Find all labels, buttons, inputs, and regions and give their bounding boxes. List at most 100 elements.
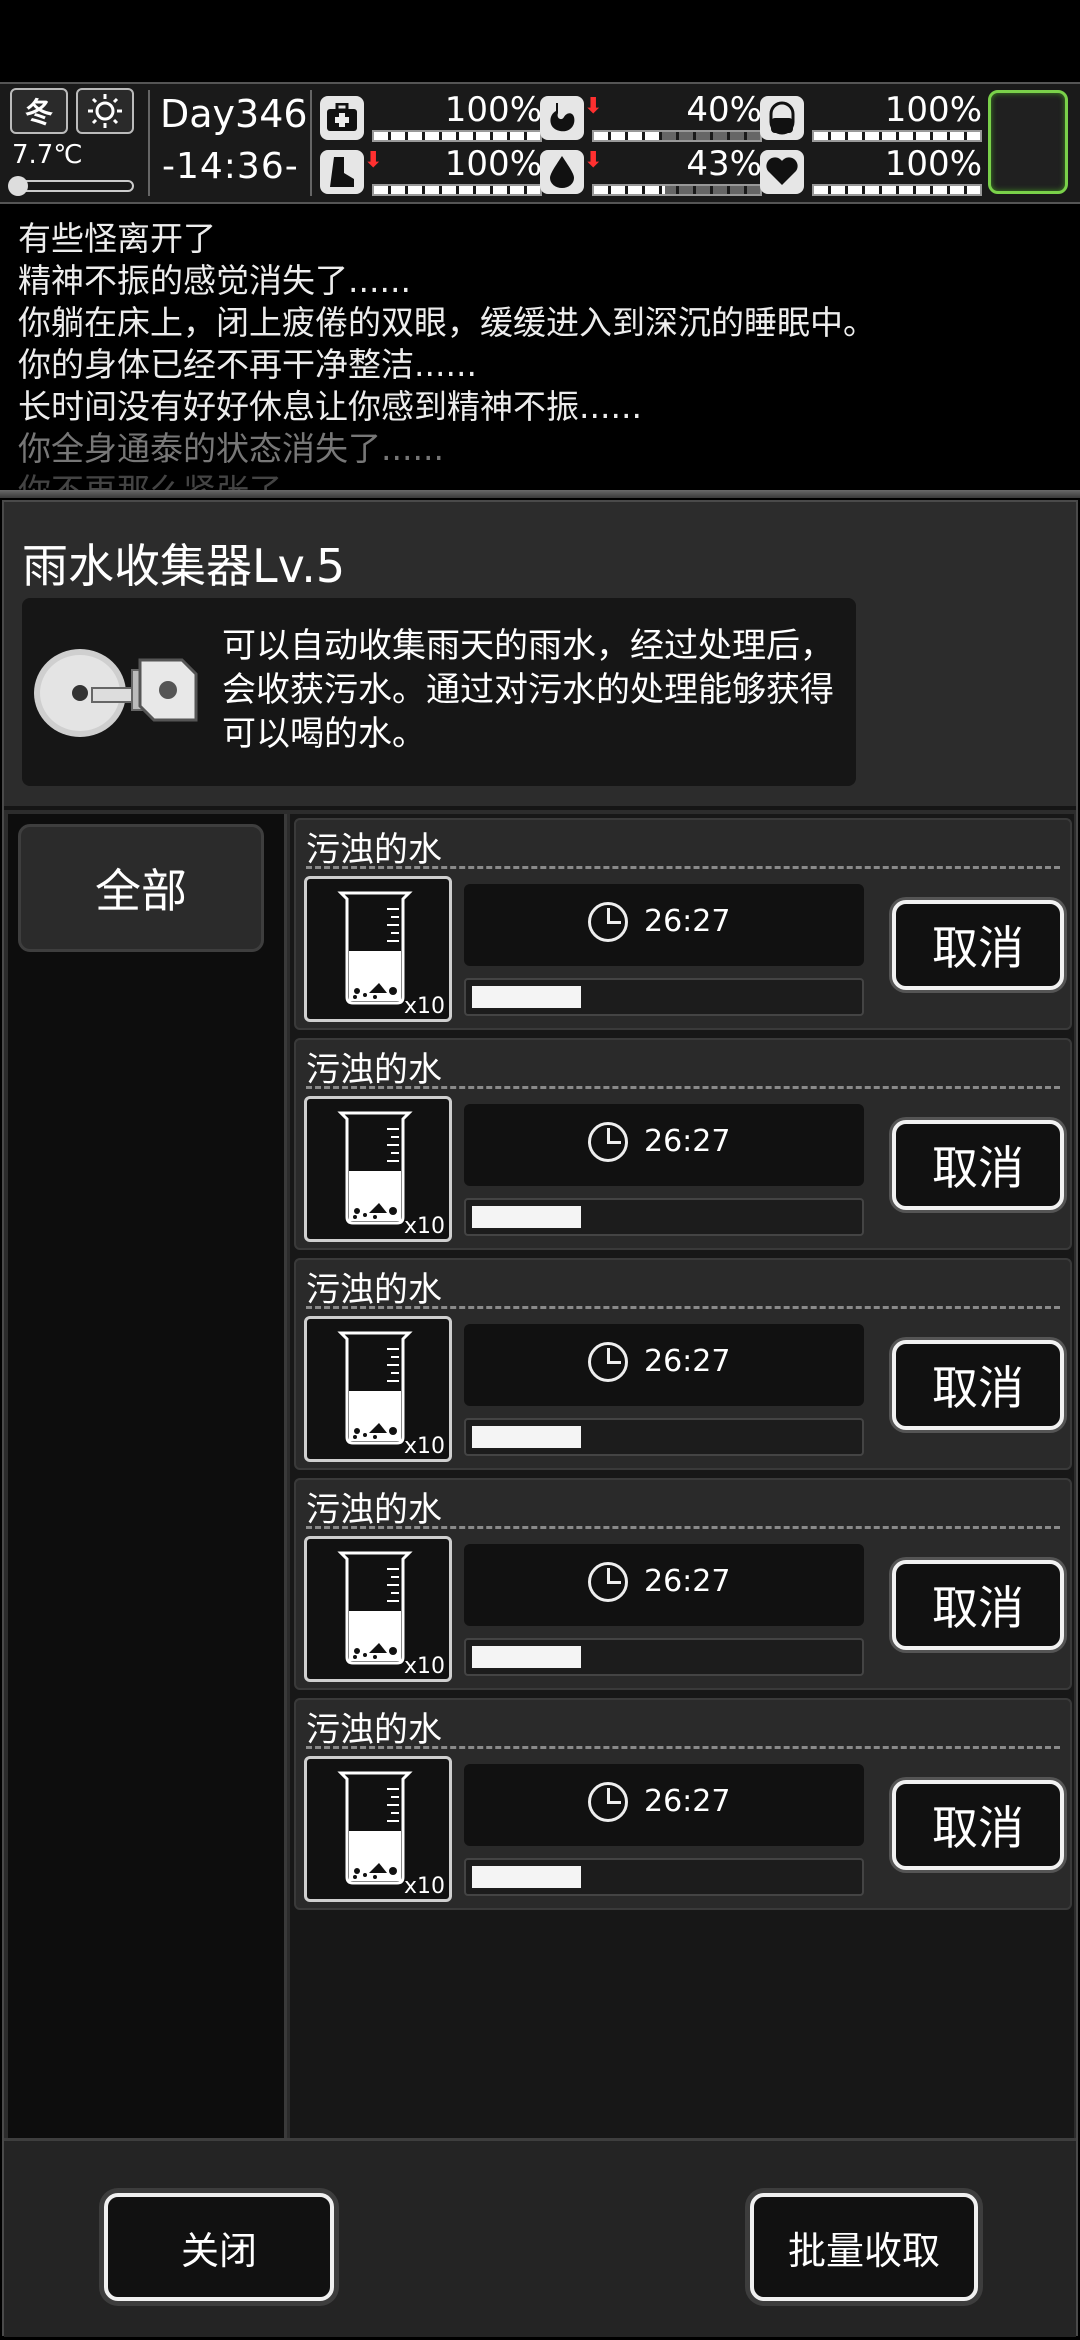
item-name: 污浊的水 (306, 1490, 442, 1530)
log-line: 你全身通泰的状态消失了...... (18, 429, 444, 468)
stat-health: 100% (320, 90, 542, 144)
item-quantity: x10 (403, 1214, 445, 1239)
item-quantity: x10 (403, 1654, 445, 1679)
season-badge: 冬 (10, 88, 68, 134)
cancel-button[interactable]: 取消 (892, 1340, 1064, 1430)
description-box: 可以自动收集雨天的雨水，经过处理后，会收获污水。通过对污水的处理能够获得可以喝的… (22, 598, 856, 786)
temperature-value: 7.7℃ (12, 140, 83, 170)
stat-mood: 100% (760, 144, 982, 198)
log-line: 你躺在床上，闭上疲倦的双眼，缓缓进入到深沉的睡眠中。 (18, 303, 876, 342)
stat-value: 100% (884, 90, 982, 130)
item-name: 污浊的水 (306, 1050, 442, 1090)
timer-value: 26:27 (644, 1784, 731, 1819)
cancel-button[interactable]: 取消 (892, 1120, 1064, 1210)
list-item: 污浊的水 x10 26:27 取消 (294, 1258, 1072, 1470)
item-quantity: x10 (403, 1874, 445, 1899)
progress-bar (464, 1638, 864, 1676)
description-text: 可以自动收集雨天的雨水，经过处理后，会收获污水。通过对污水的处理能够获得可以喝的… (222, 626, 834, 754)
divider (148, 90, 150, 196)
message-log[interactable]: 有些怪离开了 精神不振的感觉消失了...... 你躺在床上，闭上疲倦的双眼，缓缓… (0, 204, 1080, 494)
item-quantity: x10 (403, 994, 445, 1019)
stat-value: 43% (686, 144, 762, 184)
rain-collector-icon (34, 649, 198, 737)
timer-value: 26:27 (644, 1564, 731, 1599)
timer-display: 26:27 (464, 1544, 864, 1626)
item-slot[interactable]: x10 (304, 1536, 452, 1682)
stat-bar (372, 130, 542, 142)
log-line: 长时间没有好好休息让你感到精神不振...... (18, 387, 642, 426)
divider (306, 1086, 1060, 1089)
timer-display: 26:27 (464, 884, 864, 966)
item-name: 污浊的水 (306, 1710, 442, 1750)
stat-value: 100% (444, 90, 542, 130)
timer-display: 26:27 (464, 1764, 864, 1846)
stat-bar (592, 130, 762, 142)
item-name: 污浊的水 (306, 1270, 442, 1310)
first-aid-icon (320, 96, 364, 140)
log-line: 精神不振的感觉消失了...... (18, 261, 411, 300)
stat-value: 100% (884, 144, 982, 184)
clock-icon (588, 1342, 628, 1382)
log-line: 有些怪离开了 (18, 219, 216, 258)
timer-value: 26:27 (644, 1344, 731, 1379)
divider (306, 1746, 1060, 1749)
tab-all[interactable]: 全部 (18, 824, 264, 952)
item-slot[interactable]: x10 (304, 1096, 452, 1242)
capsule-icon (760, 96, 804, 140)
timer-display: 26:27 (464, 1324, 864, 1406)
cancel-button[interactable]: 取消 (892, 1780, 1064, 1870)
progress-bar (464, 978, 864, 1016)
stomach-icon (540, 96, 584, 140)
clock-icon (588, 1122, 628, 1162)
timer-value: 26:27 (644, 904, 731, 939)
divider (306, 1526, 1060, 1529)
item-name: 污浊的水 (306, 830, 442, 870)
stat-thirst: ⬇ 43% (540, 144, 762, 198)
panel-title: 雨水收集器Lv.5 (22, 539, 346, 593)
decrease-arrow-icon: ⬇ (584, 148, 603, 173)
cancel-button[interactable]: 取消 (892, 900, 1064, 990)
log-line: 你的身体已经不再干净整洁...... (18, 345, 477, 384)
timer-value: 26:27 (644, 1124, 731, 1159)
divider (306, 1306, 1060, 1309)
progress-bar (464, 1858, 864, 1896)
clock-icon (588, 1562, 628, 1602)
list-item: 污浊的水 x10 26:27 取消 (294, 1038, 1072, 1250)
collect-all-button[interactable]: 批量收取 (750, 2193, 978, 2301)
cancel-button[interactable]: 取消 (892, 1560, 1064, 1650)
heart-icon (760, 150, 804, 194)
stat-bar (812, 130, 982, 142)
thermometer-icon (8, 176, 134, 196)
day-counter: Day346 (160, 92, 308, 136)
item-quantity: x10 (403, 1434, 445, 1459)
panel-footer: 关闭 批量收取 (4, 2138, 1076, 2337)
list-item: 污浊的水 x10 26:27 取消 (294, 818, 1072, 1030)
item-slot[interactable]: x10 (304, 876, 452, 1022)
boot-icon (320, 150, 364, 194)
progress-bar (464, 1198, 864, 1236)
item-slot[interactable]: x10 (304, 1316, 452, 1462)
status-effect-slot[interactable] (988, 90, 1068, 194)
clock-icon (588, 902, 628, 942)
production-list[interactable]: 污浊的水 x10 26:27 取消 污浊的水 x10 26:27 取消 污浊的水… (290, 814, 1074, 2140)
stat-value: 40% (686, 90, 762, 130)
divider (306, 866, 1060, 869)
game-clock: -14:36- (162, 146, 299, 187)
clock-icon (588, 1782, 628, 1822)
stat-bar (372, 184, 542, 196)
divider (310, 90, 312, 196)
rain-collector-panel: 雨水收集器Lv.5 可以自动收集雨天的雨水，经过处理后，会收获污水。通过对污水的… (2, 500, 1078, 2337)
decrease-arrow-icon: ⬇ (364, 148, 383, 173)
stat-value: 100% (444, 144, 542, 184)
divider (4, 806, 1076, 810)
timer-display: 26:27 (464, 1104, 864, 1186)
stat-sanity: 100% (760, 90, 982, 144)
progress-bar (464, 1418, 864, 1456)
item-slot[interactable]: x10 (304, 1756, 452, 1902)
divider (0, 490, 1080, 498)
stat-stamina: ⬇ 100% (320, 144, 542, 198)
list-item: 污浊的水 x10 26:27 取消 (294, 1698, 1072, 1910)
stat-bar (812, 184, 982, 196)
close-button[interactable]: 关闭 (104, 2193, 334, 2301)
stat-hunger: ⬇ 40% (540, 90, 762, 144)
